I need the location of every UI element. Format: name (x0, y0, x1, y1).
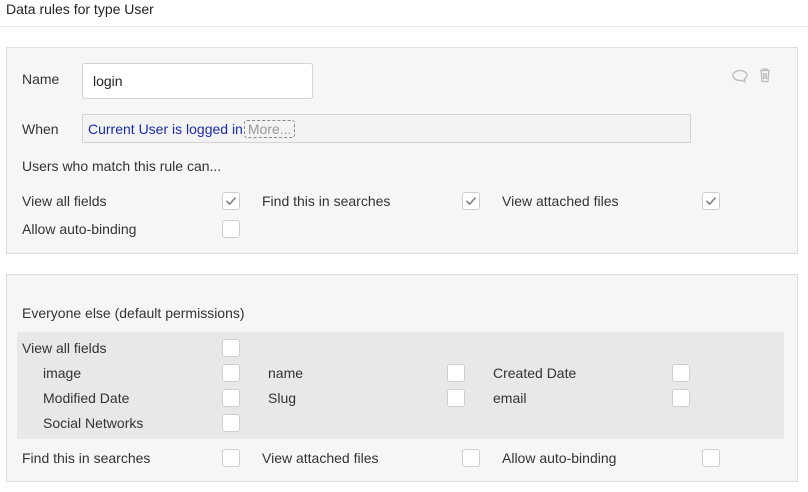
default-find-in-searches-checkbox[interactable] (222, 449, 240, 467)
field-label-email: email (493, 390, 527, 406)
field-checkbox-slug[interactable] (447, 389, 465, 407)
match-heading: Users who match this rule can... (22, 158, 222, 174)
field-label-image: image (43, 365, 82, 381)
default-find-in-searches-label: Find this in searches (22, 450, 151, 466)
default-allow-auto-binding-checkbox[interactable] (702, 449, 720, 467)
field-checkbox-social-networks[interactable] (222, 414, 240, 432)
more-button[interactable]: More... (243, 119, 296, 138)
trash-icon[interactable] (756, 66, 774, 84)
page-title: Data rules for type User (6, 1, 154, 17)
field-checkbox-created-date[interactable] (672, 364, 690, 382)
find-in-searches-label: Find this in searches (262, 193, 391, 209)
default-view-all-fields-checkbox[interactable] (222, 339, 240, 357)
rule-view-all-fields-checkbox[interactable] (222, 192, 240, 210)
default-permissions-panel: Everyone else (default permissions) View… (6, 274, 798, 482)
title-divider (0, 26, 808, 27)
field-label-slug: Slug (268, 390, 297, 406)
default-heading: Everyone else (default permissions) (22, 305, 245, 321)
name-label: Name (22, 71, 60, 87)
rule-allow-auto-binding-checkbox[interactable] (222, 220, 240, 238)
field-checkbox-name[interactable] (447, 364, 465, 382)
field-checkbox-image[interactable] (222, 364, 240, 382)
rule-find-in-searches-checkbox[interactable] (462, 192, 480, 210)
checkmark-icon (226, 197, 236, 205)
rule-panel: Name When Current User is logged in More… (6, 47, 798, 254)
checkmark-icon (466, 197, 476, 205)
field-label-social-networks: Social Networks (43, 415, 144, 431)
default-view-all-fields-label: View all fields (22, 340, 107, 356)
when-label: When (22, 121, 59, 137)
checkmark-icon (706, 197, 716, 205)
speech-bubble-icon[interactable] (731, 67, 749, 85)
default-view-attached-files-label: View attached files (262, 450, 379, 466)
field-label-modified-date: Modified Date (43, 390, 130, 406)
field-checkbox-modified-date[interactable] (222, 389, 240, 407)
allow-auto-binding-label: Allow auto-binding (22, 221, 137, 237)
default-allow-auto-binding-label: Allow auto-binding (502, 450, 617, 466)
rule-name-input[interactable] (82, 63, 313, 99)
field-checkbox-email[interactable] (672, 389, 690, 407)
default-view-attached-files-checkbox[interactable] (462, 449, 480, 467)
view-all-fields-label: View all fields (22, 193, 107, 209)
field-label-created-date: Created Date (493, 365, 577, 381)
field-label-name: name (268, 365, 304, 381)
when-expression[interactable]: Current User is logged in (88, 121, 243, 137)
when-condition-field[interactable]: Current User is logged in More... (82, 114, 691, 143)
view-attached-files-label: View attached files (502, 193, 619, 209)
rule-view-attached-files-checkbox[interactable] (702, 192, 720, 210)
